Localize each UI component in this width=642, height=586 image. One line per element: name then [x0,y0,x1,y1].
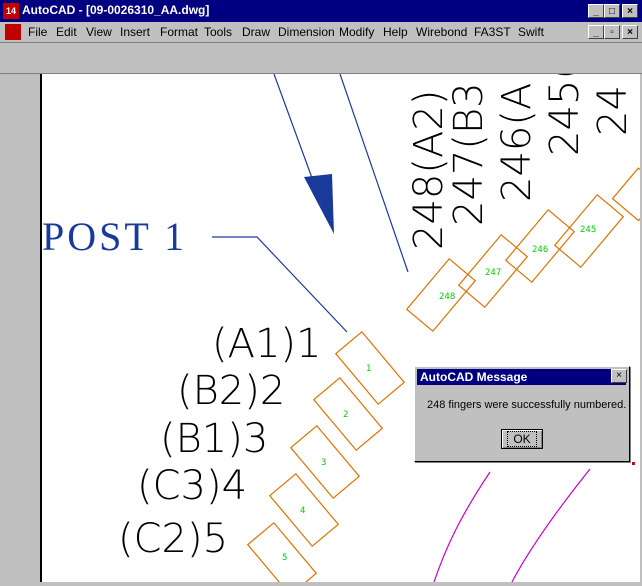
menu-tools[interactable]: Tools [204,25,232,39]
right-label-246: 246(A [494,83,540,202]
right-label-247: 247(B3 [446,82,492,226]
left-label-5: (C2)5 [118,516,228,562]
menu-edit[interactable]: Edit [56,25,77,39]
finger-number-2: 2 [343,410,348,420]
post-label: POST 1 [42,214,187,259]
finger-pad-244 [611,167,640,222]
magenta-trace-2 [511,468,591,582]
left-label-3: (B1)3 [160,416,268,462]
doc-restore-icon[interactable]: ▫ [604,25,620,39]
menu-format[interactable]: Format [160,25,198,39]
ok-button[interactable]: OK [501,429,543,449]
doc-close-icon[interactable]: × [622,25,638,39]
leader-line-post [212,236,348,333]
finger-number-246: 246 [532,245,548,255]
finger-number-1: 1 [366,364,371,374]
menu-dimension[interactable]: Dimension [278,25,335,39]
menu-insert[interactable]: Insert [120,25,150,39]
arrow-head-icon [304,174,334,234]
left-label-4: (C3)4 [137,463,247,509]
window-title: AutoCAD - [09-0026310_AA.dwg] [22,3,210,17]
right-label-244: 24 [590,85,636,136]
menu-help[interactable]: Help [383,25,408,39]
doc-minimize-icon[interactable]: _ [588,25,604,39]
left-label-1: (A1)1 [212,321,321,367]
drawing-svg: POST 1 (A1)1 (B2)2 (B1)3 (C3)4 (C2)5 1 2… [42,74,640,582]
menu-bar: File Edit View Insert Format Tools Draw … [0,22,642,43]
finger-number-248: 248 [439,292,455,302]
finger-number-4: 4 [300,506,305,516]
leader-line-right [339,74,409,273]
finger-number-5: 5 [282,553,287,563]
finger-number-3: 3 [321,458,326,468]
menu-modify[interactable]: Modify [339,25,374,39]
toolbar-area [0,43,642,74]
menu-view[interactable]: View [86,25,112,39]
finger-number-247: 247 [485,268,501,278]
dialog-title: AutoCAD Message [417,369,626,385]
restore-icon[interactable]: □ [604,4,620,18]
menu-draw[interactable]: Draw [242,25,270,39]
left-toolbar-strip [0,74,40,586]
finger-number-245: 245 [580,225,596,235]
drawing-canvas[interactable]: POST 1 (A1)1 (B2)2 (B1)3 (C3)4 (C2)5 1 2… [40,74,640,582]
minimize-icon[interactable]: _ [588,4,604,18]
right-label-245: 245( [542,74,588,156]
menu-fa3st[interactable]: FA3ST [474,25,511,39]
title-bar: 14 AutoCAD - [09-0026310_AA.dwg] _ □ × [0,0,642,22]
ok-button-label: OK [507,431,537,447]
dialog-close-icon[interactable]: × [611,369,627,383]
magenta-trace-1 [433,471,491,582]
left-label-2: (B2)2 [177,368,285,414]
edge-marker [632,462,635,465]
autocad-message-dialog: AutoCAD Message × 248 fingers were succe… [414,366,630,462]
menu-wirebond[interactable]: Wirebond [416,25,467,39]
menu-swift[interactable]: Swift [518,25,544,39]
autocad-app-icon[interactable]: 14 [3,3,19,19]
document-icon[interactable] [5,24,21,40]
close-icon[interactable]: × [622,4,638,18]
menu-file[interactable]: File [28,25,47,39]
dialog-message: 248 fingers were successfully numbered. [427,399,627,411]
